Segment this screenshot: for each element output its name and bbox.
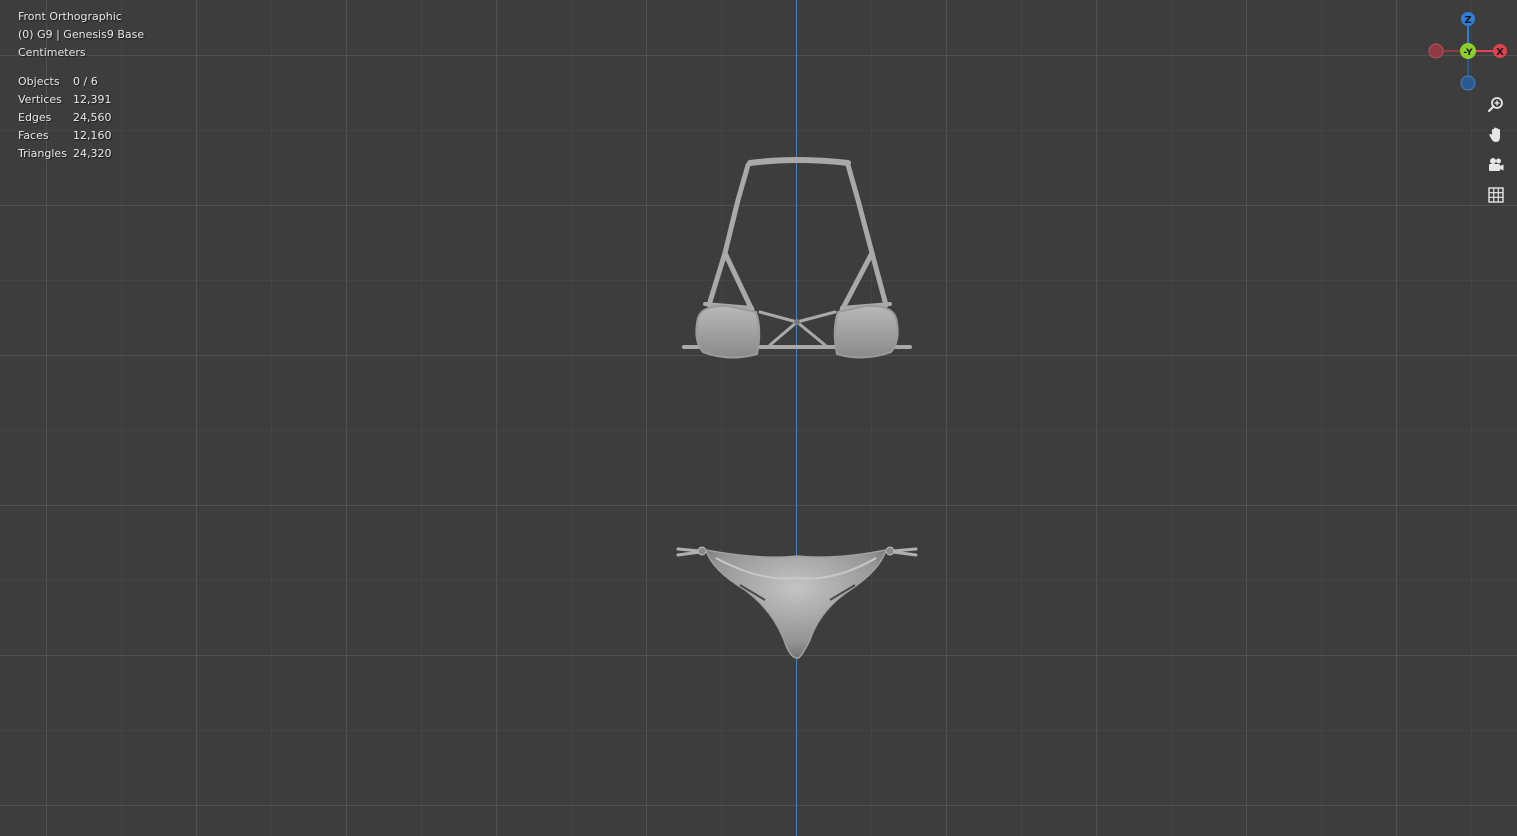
stat-label: Edges (18, 111, 52, 124)
stat-label: Objects (18, 75, 60, 88)
navigation-gizmo[interactable]: Z X -Y (1420, 6, 1516, 96)
bikini-bottom (676, 546, 918, 659)
stat-label: Vertices (18, 93, 62, 106)
stat-value: 12,160 (73, 129, 112, 142)
view-name: Front Orthographic (18, 10, 122, 23)
stat-row-triangles: Triangles 24,320 (18, 145, 143, 163)
zoom-button[interactable] (1483, 92, 1509, 118)
view-info: Front Orthographic (0) G9 | Genesis9 Bas… (18, 8, 144, 62)
stat-value: 12,391 (73, 93, 112, 106)
grid-ortho-icon (1488, 187, 1504, 203)
stat-row-objects: Objects 0 / 6 (18, 73, 143, 91)
scene-statistics: Objects 0 / 6 Vertices 12,391 Edges 24,5… (18, 73, 143, 163)
right-cup (833, 304, 899, 359)
x-axis-label: X (1496, 47, 1504, 58)
camera-view-button[interactable] (1483, 152, 1509, 178)
stat-label: Faces (18, 129, 49, 142)
stat-value: 0 / 6 (73, 75, 98, 88)
stat-row-faces: Faces 12,160 (18, 127, 143, 145)
stat-row-vertices: Vertices 12,391 (18, 91, 143, 109)
stat-value: 24,560 (73, 111, 112, 124)
zoom-icon (1487, 97, 1503, 113)
stat-value: 24,320 (73, 147, 112, 160)
left-cup (695, 304, 761, 359)
stat-row-edges: Edges 24,560 (18, 109, 143, 127)
camera-icon (1489, 158, 1504, 171)
toggle-ortho-button[interactable] (1483, 182, 1509, 208)
collection-info: (0) G9 | Genesis9 Base (18, 28, 145, 41)
neg-x-handle[interactable] (1428, 43, 1444, 59)
units-label: Centimeters (18, 46, 86, 59)
hand-pan-icon (1489, 127, 1500, 142)
stat-label: Triangles (18, 147, 67, 160)
bikini-mesh[interactable] (0, 0, 1517, 836)
neg-z-handle[interactable] (1460, 75, 1476, 91)
3d-viewport[interactable]: Front Orthographic (0) G9 | Genesis9 Bas… (0, 0, 1517, 836)
z-axis-label: Z (1464, 15, 1471, 26)
neg-y-axis-label: -Y (1464, 48, 1473, 58)
pan-button[interactable] (1483, 122, 1509, 148)
